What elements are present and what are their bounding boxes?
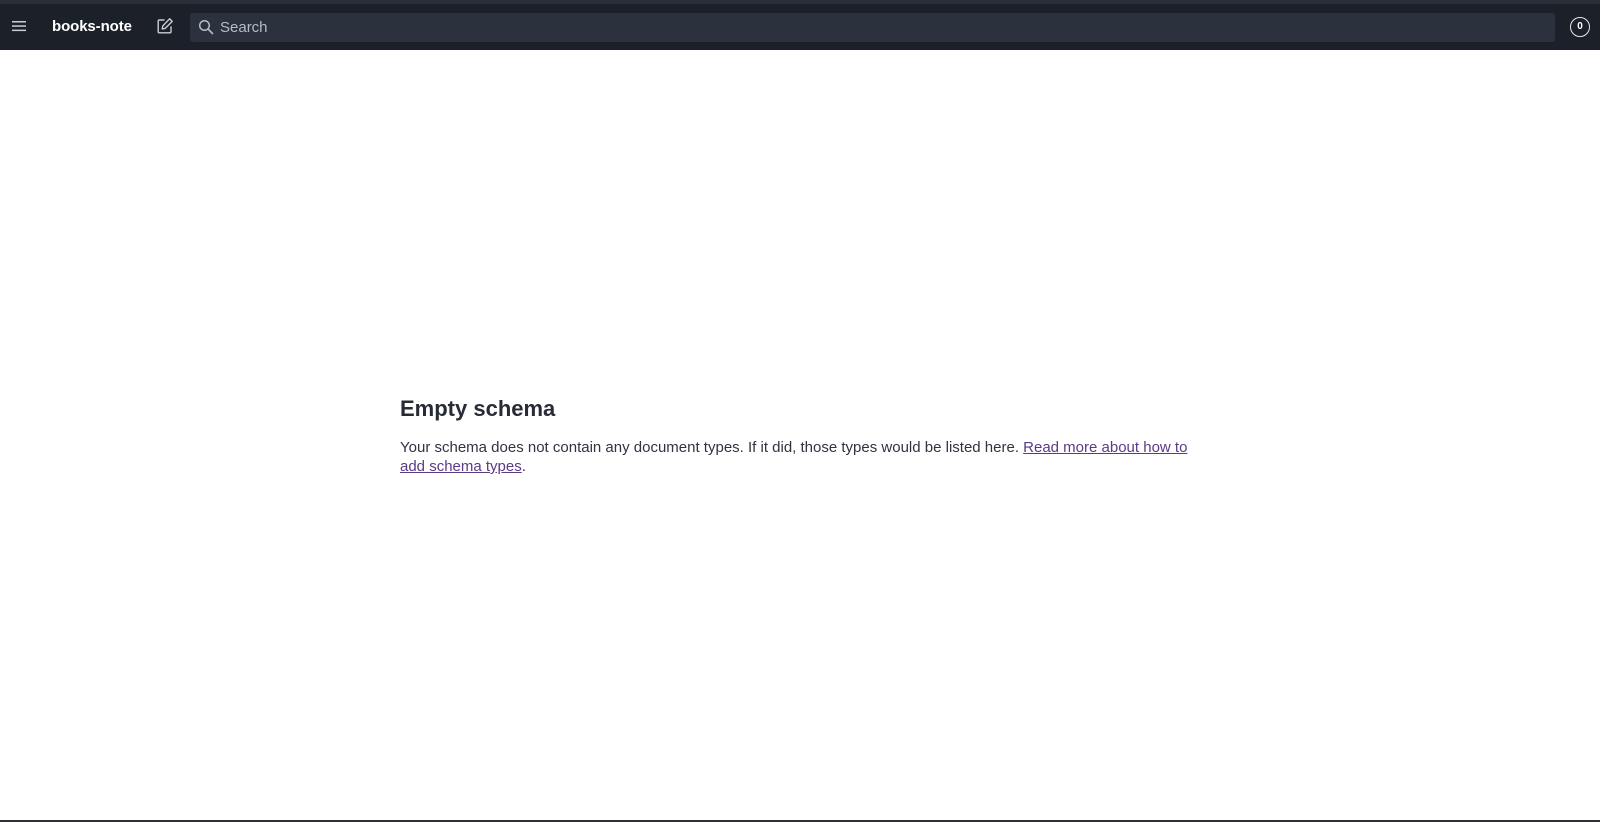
- search-box[interactable]: [190, 13, 1555, 42]
- empty-schema-title: Empty schema: [400, 396, 556, 421]
- app-window: books-note 0 Empty schema Your schema do…: [0, 0, 1600, 822]
- empty-schema-description: Your schema does not contain any documen…: [400, 438, 1210, 476]
- compose-icon: [157, 18, 173, 34]
- hamburger-menu-icon: [12, 21, 26, 32]
- new-document-button[interactable]: [152, 13, 178, 39]
- top-navigation-bar: books-note 0: [0, 0, 1600, 50]
- user-avatar[interactable]: 0: [1570, 17, 1590, 37]
- description-text: Your schema does not contain any documen…: [400, 439, 1024, 456]
- empty-schema-message: Empty schema Your schema does not contai…: [400, 395, 1210, 476]
- menu-button[interactable]: [6, 13, 32, 39]
- search-icon: [198, 19, 214, 35]
- search-input[interactable]: [220, 13, 1540, 42]
- description-period: .: [521, 458, 526, 475]
- project-title[interactable]: books-note: [52, 19, 132, 35]
